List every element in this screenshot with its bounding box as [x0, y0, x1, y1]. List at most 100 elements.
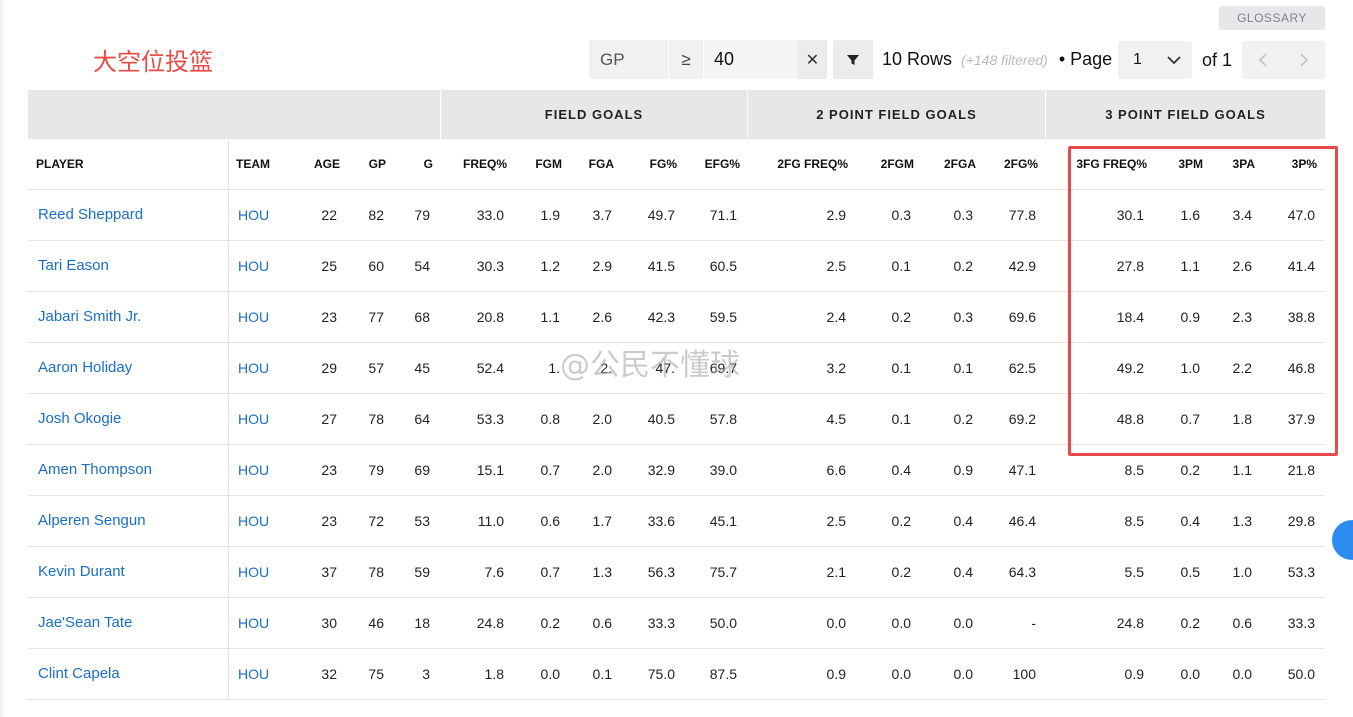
stat-cell-2fgm: 0.2	[891, 309, 911, 325]
stat-cell-fgm: 0.7	[540, 462, 560, 478]
stat-cell-g: 68	[414, 309, 430, 325]
stat-cell-2fgm: 0.1	[891, 258, 911, 274]
stat-cell-2fg-freq: 6.6	[826, 462, 846, 478]
column-header-gp[interactable]: GP	[369, 157, 386, 171]
team-link[interactable]: HOU	[238, 292, 269, 342]
chevron-right-icon	[1300, 53, 1309, 67]
column-header-efg-pct[interactable]: EFG%	[705, 157, 740, 171]
column-header-freq[interactable]: FREQ%	[463, 157, 507, 171]
stat-cell-2fga: 0.2	[953, 258, 973, 274]
rows-count: 10 Rows	[882, 49, 953, 69]
player-name-link[interactable]: Aaron Holiday	[38, 343, 132, 393]
column-header-player[interactable]: PLAYER	[36, 157, 84, 171]
team-link[interactable]: HOU	[238, 649, 269, 699]
stat-cell-2fg-freq: 4.5	[826, 411, 846, 427]
watermark: @公民不懂球	[560, 348, 740, 383]
team-link[interactable]: HOU	[238, 241, 269, 291]
filter-icon	[847, 54, 859, 65]
column-header-fgm[interactable]: FGM	[535, 157, 562, 171]
stat-cell-g: 79	[414, 207, 430, 223]
team-link[interactable]: HOU	[238, 343, 269, 393]
stat-cell-fgm: 0.6	[540, 513, 560, 529]
pager	[1242, 41, 1325, 79]
stat-cell-fgm: 1.	[548, 360, 560, 376]
stat-cell-fg-pct: 75.0	[647, 666, 675, 682]
group-header-blank	[28, 90, 440, 139]
stat-cell-2fgm: 0.1	[891, 360, 911, 376]
next-page-button[interactable]	[1284, 41, 1326, 79]
team-link[interactable]: HOU	[238, 547, 269, 597]
stat-cell-2fgm: 0.1	[891, 411, 911, 427]
stat-cell-2fgm: 0.0	[891, 615, 911, 631]
filter-stat-select[interactable]: GP	[589, 40, 668, 79]
player-name-link[interactable]: Amen Thompson	[38, 445, 152, 495]
table-row: Clint Capela HOU 32 75 3 1.8 0.0 0.1 75.0 87.5 0.9…	[28, 649, 1325, 700]
player-name-link[interactable]: Jae'Sean Tate	[38, 598, 132, 648]
filtered-count: (+148 filtered)	[961, 52, 1048, 68]
stat-cell-2fga: 0.3	[953, 207, 973, 223]
column-header-team[interactable]: TEAM	[236, 157, 270, 171]
stat-cell-2fga: 0.2	[953, 411, 973, 427]
player-name-link[interactable]: Kevin Durant	[38, 547, 125, 597]
stat-cell-fga: 1.7	[592, 513, 612, 529]
player-name-link[interactable]: Tari Eason	[38, 241, 109, 291]
stat-cell-3fg-freq: 0.9	[1124, 666, 1144, 682]
stat-cell-3p-pct: 53.3	[1287, 564, 1315, 580]
filter-operator-select[interactable]: ≥	[669, 40, 703, 79]
stat-cell-fga: 0.1	[592, 666, 612, 682]
stat-cell-2fgm: 0.0	[891, 666, 911, 682]
stat-cell-2fg-pct: 69.2	[1008, 411, 1036, 427]
stat-cell-fga: 2.6	[592, 309, 612, 325]
column-header-2fgm[interactable]: 2FGM	[881, 157, 914, 171]
stat-cell-fgm: 0.2	[540, 615, 560, 631]
team-link[interactable]: HOU	[238, 598, 269, 648]
prev-page-button[interactable]	[1242, 41, 1284, 79]
chevron-down-icon	[1167, 56, 1181, 65]
filter-clear-button[interactable]: ✕	[798, 40, 827, 79]
group-header-3pt: 3 POINT FIELD GOALS	[1046, 90, 1325, 139]
page-select[interactable]: 1	[1118, 41, 1192, 79]
stat-cell-2fg-pct: 77.8	[1008, 207, 1036, 223]
filter-apply-button[interactable]	[833, 40, 873, 79]
team-link[interactable]: HOU	[238, 496, 269, 546]
player-name-link[interactable]: Josh Okogie	[38, 394, 121, 444]
player-name-link[interactable]: Reed Sheppard	[38, 190, 143, 240]
stat-cell-efg-pct: 60.5	[709, 258, 737, 274]
column-header-2fg-freq[interactable]: 2FG FREQ%	[777, 157, 848, 171]
stat-cell-fgm: 1.2	[540, 258, 560, 274]
stat-cell-freq: 52.4	[476, 360, 504, 376]
stat-cell-gp: 78	[368, 564, 384, 580]
stat-cell-freq: 24.8	[476, 615, 504, 631]
player-name-link[interactable]: Jabari Smith Jr.	[38, 292, 141, 342]
column-header-fg-pct[interactable]: FG%	[650, 157, 677, 171]
team-link[interactable]: HOU	[238, 190, 269, 240]
stat-cell-3p-pct: 33.3	[1287, 615, 1315, 631]
team-link[interactable]: HOU	[238, 445, 269, 495]
stat-cell-3pm: 0.2	[1180, 615, 1200, 631]
column-header-2fg-pct[interactable]: 2FG%	[1004, 157, 1038, 171]
column-header-2fga[interactable]: 2FGA	[944, 157, 976, 171]
team-link[interactable]: HOU	[238, 394, 269, 444]
stat-cell-fg-pct: 33.6	[647, 513, 675, 529]
stat-cell-2fg-pct: 46.4	[1008, 513, 1036, 529]
table-row: Kevin Durant HOU 37 78 59 7.6 0.7 1.3 56.3 75.7 2.…	[28, 547, 1325, 598]
filter-value-input[interactable]: 40	[704, 40, 798, 79]
player-name-link[interactable]: Clint Capela	[38, 649, 120, 699]
stat-cell-freq: 53.3	[476, 411, 504, 427]
help-button[interactable]	[1332, 520, 1353, 560]
player-name-link[interactable]: Alperen Sengun	[38, 496, 146, 546]
stat-cell-age: 23	[321, 309, 337, 325]
column-header-fga[interactable]: FGA	[589, 157, 614, 171]
group-header-field-goals: FIELD GOALS	[441, 90, 747, 139]
stat-cell-2fg-pct: 64.3	[1008, 564, 1036, 580]
stat-cell-age: 25	[321, 258, 337, 274]
stat-cell-fg-pct: 32.9	[647, 462, 675, 478]
stat-cell-3fg-freq: 24.8	[1116, 615, 1144, 631]
column-header-g[interactable]: G	[424, 157, 433, 171]
page-total: of 1	[1202, 50, 1233, 70]
stat-cell-2fga: 0.1	[953, 360, 973, 376]
stat-cell-gp: 60	[368, 258, 384, 274]
column-header-age[interactable]: AGE	[314, 157, 340, 171]
stat-cell-fgm: 1.9	[540, 207, 560, 223]
glossary-button[interactable]: GLOSSARY	[1219, 6, 1325, 30]
